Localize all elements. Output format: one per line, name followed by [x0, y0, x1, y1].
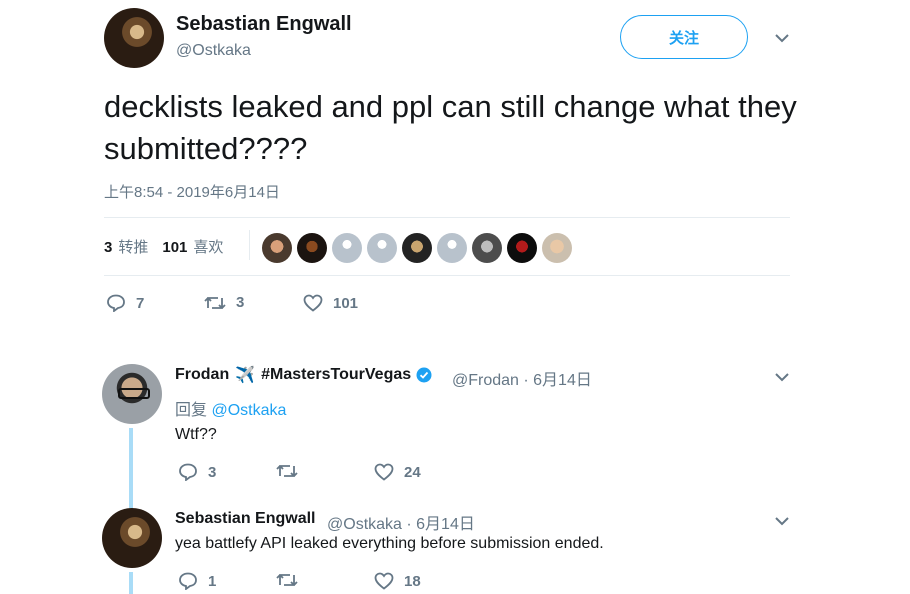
liker-avatar[interactable]: [542, 233, 572, 263]
retweet-icon: [276, 574, 298, 586]
like-stat[interactable]: 101 喜欢: [162, 236, 223, 257]
reply-date[interactable]: 6月14日: [416, 516, 475, 533]
reply-author-name[interactable]: Sebastian Engwall: [175, 510, 315, 528]
retweet-icon: [204, 296, 226, 309]
heart-icon: [303, 294, 323, 312]
like-action[interactable]: 101: [303, 294, 358, 312]
reply-to-line: 回复 @Ostkaka: [175, 402, 287, 419]
reply-handle[interactable]: @Frodan: [452, 372, 519, 389]
retweet-icon: [276, 465, 298, 477]
like-action[interactable]: 18: [374, 572, 421, 590]
reply-author-name[interactable]: Frodan ✈️ #MastersTourVegas: [175, 365, 432, 385]
liker-avatar-default[interactable]: [437, 233, 467, 263]
reply-icon: [179, 572, 197, 590]
liker-avatars: [262, 233, 572, 263]
reply-icon: [179, 463, 197, 481]
reply-avatar[interactable]: [102, 364, 162, 424]
author-avatar[interactable]: [104, 8, 164, 68]
liker-avatar[interactable]: [507, 233, 537, 263]
follow-button[interactable]: 关注: [620, 15, 748, 59]
chevron-down-icon[interactable]: [775, 33, 789, 45]
liker-avatar-default[interactable]: [367, 233, 397, 263]
stat-divider: [249, 230, 250, 260]
retweet-action[interactable]: [276, 572, 308, 588]
reply-handle[interactable]: @Ostkaka: [327, 516, 402, 533]
heart-icon: [374, 572, 394, 590]
thread-line: [129, 572, 133, 594]
reply-icon: [107, 294, 125, 312]
liker-avatar[interactable]: [402, 233, 432, 263]
like-action[interactable]: 24: [374, 463, 421, 481]
retweet-action[interactable]: [276, 463, 308, 479]
reply-action[interactable]: 1: [178, 572, 216, 590]
liker-avatar[interactable]: [472, 233, 502, 263]
heart-icon: [374, 463, 394, 481]
divider: [104, 217, 790, 218]
tweet-stats: 3 转推 101 喜欢: [104, 236, 223, 257]
reply-to-link[interactable]: @Ostkaka: [211, 402, 286, 419]
retweet-action[interactable]: 3: [204, 294, 244, 311]
reply-action[interactable]: 7: [106, 294, 144, 312]
divider: [104, 275, 790, 276]
reply-text: yea battlefy API leaked everything befor…: [175, 535, 604, 552]
retweet-stat[interactable]: 3 转推: [104, 236, 148, 257]
reply-meta: @Frodan · 6月14日: [452, 372, 592, 389]
liker-avatar[interactable]: [297, 233, 327, 263]
author-name[interactable]: Sebastian Engwall: [176, 13, 352, 36]
hashtag-link[interactable]: #MastersTourVegas: [261, 366, 411, 384]
reply-text: Wtf??: [175, 426, 217, 443]
reply-action[interactable]: 3: [178, 463, 216, 481]
liker-avatar-default[interactable]: [332, 233, 362, 263]
liker-avatar[interactable]: [262, 233, 292, 263]
author-handle[interactable]: @Ostkaka: [176, 42, 251, 60]
reply-avatar[interactable]: [102, 508, 162, 568]
chevron-down-icon[interactable]: [775, 516, 789, 528]
chevron-down-icon[interactable]: [775, 372, 789, 384]
reply-date[interactable]: 6月14日: [533, 372, 592, 389]
thread-line: [129, 428, 133, 508]
verified-badge-icon: [416, 367, 432, 383]
tweet-text: decklists leaked and ppl can still chang…: [104, 89, 797, 166]
reply-meta: @Ostkaka · 6月14日: [327, 516, 475, 533]
tweet-timestamp[interactable]: 上午8:54 - 2019年6月14日: [104, 181, 280, 202]
airplane-emoji-icon: ✈️: [235, 367, 256, 384]
